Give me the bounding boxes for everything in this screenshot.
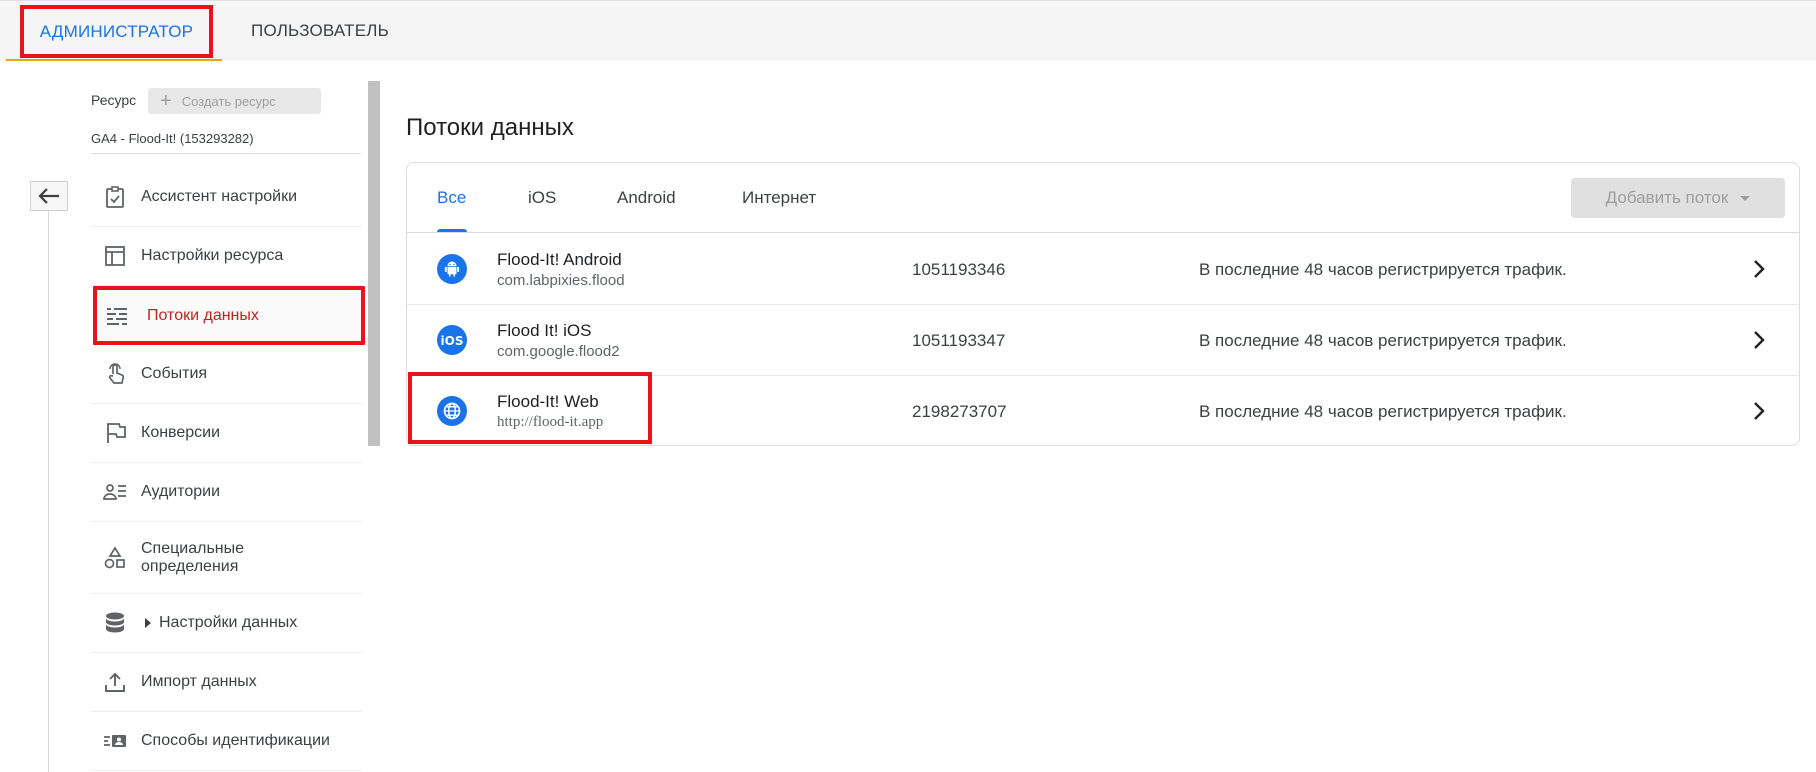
sidebar-item-label: Настройки данных <box>159 614 298 631</box>
upload-icon <box>91 670 141 694</box>
active-tab-indicator <box>437 229 467 232</box>
sidebar-item-label: Потоки данных <box>147 306 259 324</box>
sidebar-item-label: Ассистент настройки <box>141 188 297 205</box>
stream-package: com.labpixies.flood <box>497 272 625 289</box>
sidebar-item-label: Способы идентификации <box>141 732 330 749</box>
create-property-label: Создать ресурс <box>181 93 276 109</box>
sidebar-item-setup-assistant[interactable]: Ассистент настройки <box>91 168 362 227</box>
caret-down-icon <box>1740 195 1751 201</box>
page-title: Потоки данных <box>406 114 574 141</box>
stream-name: Flood It! iOS <box>497 321 592 340</box>
sidebar-guide-line <box>48 200 49 772</box>
property-divider <box>91 153 361 154</box>
stream-name: Flood-It! Web <box>497 392 599 411</box>
stream-id: 2198273707 <box>912 402 1007 421</box>
tab-user[interactable]: ПОЛЬЗОВАТЕЛЬ <box>240 1 400 61</box>
stream-name: Flood-It! Android <box>497 250 622 269</box>
android-icon <box>437 254 467 284</box>
property-label: Ресурс <box>91 92 137 108</box>
expand-triangle-icon[interactable] <box>145 618 151 628</box>
stream-filter-tabs: Все iOS Android Интернет Добавить поток <box>407 163 1799 233</box>
sidebar-item-label: Специальные определения <box>141 539 245 575</box>
sidebar-item-custom-definitions[interactable]: Специальные определения <box>91 522 362 594</box>
create-property-button[interactable]: + Создать ресурс <box>148 88 321 114</box>
database-icon <box>91 611 141 635</box>
flag-icon <box>91 421 141 445</box>
active-tab-underline <box>6 59 222 61</box>
sidebar-item-label: События <box>141 365 208 382</box>
shapes-icon <box>91 545 141 570</box>
sidebar-item-data-streams[interactable]: Потоки данных <box>93 286 365 345</box>
sidebar-item-audiences[interactable]: Аудитории <box>91 463 362 522</box>
stream-id: 1051193347 <box>912 331 1006 350</box>
stream-status: В последние 48 часов регистрируется траф… <box>1199 260 1567 279</box>
add-stream-button[interactable]: Добавить поток <box>1571 178 1785 218</box>
tab-ios[interactable]: iOS <box>528 163 556 233</box>
data-streams-icon <box>97 304 147 328</box>
table-row[interactable]: iOS Flood It! iOS com.google.flood2 1051… <box>407 305 1799 376</box>
svg-text:iOS: iOS <box>441 334 463 347</box>
add-stream-label: Добавить поток <box>1605 188 1729 207</box>
stream-status: В последние 48 часов регистрируется траф… <box>1199 331 1567 350</box>
chevron-right-icon[interactable] <box>1749 329 1769 356</box>
sidebar-item-conversions[interactable]: Конверсии <box>91 404 362 463</box>
table-row[interactable]: Flood-It! Android com.labpixies.flood 10… <box>407 234 1799 305</box>
tab-android[interactable]: Android <box>617 163 676 233</box>
top-tab-bar: АДМИНИСТРАТОР ПОЛЬЗОВАТЕЛЬ <box>0 0 1816 61</box>
chevron-right-icon[interactable] <box>1749 258 1769 285</box>
tab-web[interactable]: Интернет <box>742 163 816 233</box>
sidebar-scrollbar[interactable] <box>368 81 380 446</box>
sidebar-item-label: Аудитории <box>141 483 221 500</box>
sidebar-item-label: Конверсии <box>141 424 221 441</box>
sidebar-item-label: Настройки ресурса <box>141 247 284 264</box>
sidebar-item-data-import[interactable]: Импорт данных <box>91 653 362 712</box>
stream-status: В последние 48 часов регистрируется траф… <box>1199 402 1567 421</box>
back-button[interactable] <box>30 181 68 211</box>
layout-icon <box>91 244 141 268</box>
clipboard-check-icon <box>91 185 141 209</box>
plus-icon: + <box>160 90 172 112</box>
stream-url: http://flood-it.app <box>497 414 604 430</box>
identity-icon <box>91 729 141 753</box>
sidebar-item-reporting-identity[interactable]: Способы идентификации <box>91 712 362 771</box>
sidebar-item-label: Импорт данных <box>141 673 257 690</box>
tab-all[interactable]: Все <box>437 163 466 233</box>
globe-icon <box>437 396 467 426</box>
property-name[interactable]: GA4 - Flood-It! (153293282) <box>91 131 254 146</box>
arrow-left-icon <box>38 188 59 204</box>
stream-id: 1051193346 <box>912 260 1006 279</box>
table-row[interactable]: Flood-It! Web http://flood-it.app 219827… <box>407 376 1799 447</box>
stream-package: com.google.flood2 <box>497 343 620 360</box>
sidebar-item-property-settings[interactable]: Настройки ресурса <box>91 227 362 286</box>
chevron-right-icon[interactable] <box>1749 400 1769 427</box>
sidebar-item-events[interactable]: События <box>91 345 362 404</box>
audience-icon <box>91 480 141 504</box>
sidebar-item-data-settings[interactable]: Настройки данных <box>91 594 362 653</box>
data-streams-card: Все iOS Android Интернет Добавить поток … <box>406 162 1800 446</box>
touch-icon <box>91 362 141 386</box>
ios-icon: iOS <box>437 325 467 355</box>
sidebar-menu: Ассистент настройки Настройки ресурса По… <box>91 168 365 771</box>
tab-admin[interactable]: АДМИНИСТРАТОР <box>20 5 213 58</box>
